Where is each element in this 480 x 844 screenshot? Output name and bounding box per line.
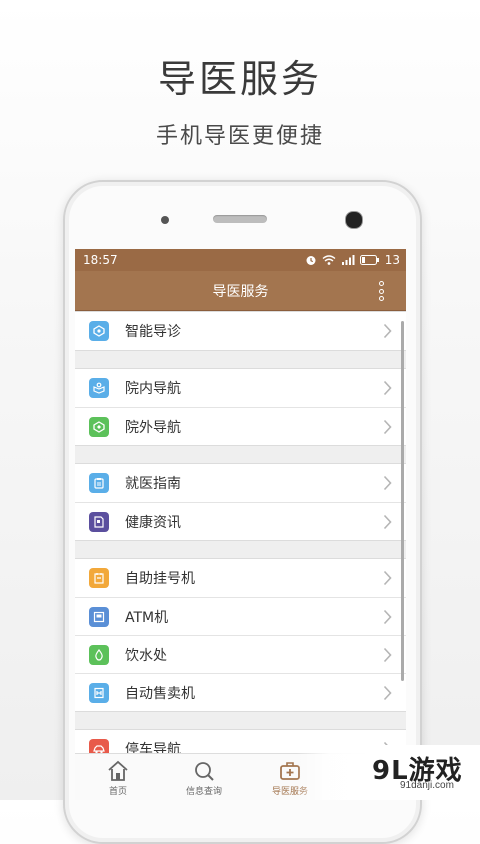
- menu-item-label: 停车导航: [125, 742, 181, 754]
- menu-item-label: 院外导航: [125, 419, 181, 436]
- promo-title: 导医服务: [157, 57, 322, 101]
- status-time: 18:57: [83, 253, 118, 267]
- menu-item-label: ATM机: [125, 609, 169, 626]
- status-bar: 18:57 13: [75, 249, 406, 271]
- scrollbar[interactable]: [401, 321, 404, 681]
- front-camera: [345, 211, 363, 229]
- watermark-url: 91danji.com: [400, 780, 454, 791]
- car-icon: [89, 739, 109, 754]
- indoor-map-icon: [89, 378, 109, 398]
- menu-list[interactable]: 智能导诊院内导航院外导航就医指南健康资讯自助挂号机 ATM机饮水处自动售卖机停车导…: [75, 311, 406, 754]
- menu-group: 就医指南 健康资讯: [75, 463, 406, 541]
- menu-item[interactable]: 饮水处: [75, 635, 406, 673]
- app-screen: 18:57 13 导医服务 智能导诊 院内导航 院外导航 就医指南 健康资讯 自…: [75, 249, 406, 800]
- vending-icon: [89, 682, 109, 703]
- group-spacer: [75, 541, 406, 558]
- menu-item-label: 院内导航: [125, 381, 181, 397]
- menu-item-label: 饮水处: [125, 647, 167, 664]
- document-icon: [89, 511, 109, 532]
- menu-item[interactable]: 院内导航: [75, 369, 406, 407]
- sensor-dot: [161, 216, 169, 224]
- clipboard-icon: [89, 473, 109, 493]
- menu-item-label: 就医指南: [125, 476, 181, 492]
- promo-subtitle: 手机导医更便捷: [155, 124, 324, 149]
- menu-item[interactable]: ATM机: [75, 597, 406, 635]
- group-spacer: [75, 712, 406, 729]
- alarm-icon: [306, 256, 316, 265]
- menu-item[interactable]: 院外导航: [75, 407, 406, 445]
- search-icon: [195, 762, 214, 781]
- menu-item[interactable]: 智能导诊: [75, 312, 406, 350]
- more-vertical-icon[interactable]: [378, 281, 384, 301]
- tab-label: 信息查询: [185, 787, 222, 797]
- menu-item[interactable]: 就医指南: [75, 464, 406, 502]
- menu-item[interactable]: 自助挂号机: [75, 559, 406, 597]
- outdoor-nav-icon: [89, 416, 109, 437]
- group-spacer: [75, 351, 406, 368]
- smart-triage-icon: [89, 321, 109, 341]
- group-spacer: [75, 446, 406, 463]
- water-drop-icon: [89, 644, 109, 665]
- menu-item-label: 自助挂号机: [125, 571, 195, 587]
- menu-item-label: 自动售卖机: [125, 685, 195, 702]
- tab-label: 首页: [108, 787, 127, 797]
- header-title: 导医服务: [212, 283, 269, 300]
- menu-item-label: 健康资讯: [125, 514, 181, 531]
- menu-group: 自助挂号机 ATM机饮水处自动售卖机: [75, 558, 406, 712]
- atm-icon: [89, 606, 109, 627]
- menu-item-label: 智能导诊: [125, 324, 181, 340]
- battery-icon: [359, 255, 379, 265]
- tab-home[interactable]: 首页: [75, 754, 161, 800]
- home-icon: [108, 760, 128, 781]
- menu-item[interactable]: 健康资讯: [75, 502, 406, 540]
- app-header: 导医服务: [75, 271, 406, 311]
- earpiece-speaker: [213, 215, 267, 223]
- menu-group: 智能导诊: [75, 311, 406, 351]
- kiosk-icon: [89, 568, 109, 588]
- wifi-icon: [322, 255, 336, 265]
- menu-group: 院内导航 院外导航: [75, 368, 406, 446]
- battery-level: 13: [384, 253, 400, 267]
- tab-info-query[interactable]: 信息查询: [161, 754, 247, 800]
- menu-item[interactable]: 自动售卖机: [75, 673, 406, 711]
- signal-icon: [341, 255, 355, 265]
